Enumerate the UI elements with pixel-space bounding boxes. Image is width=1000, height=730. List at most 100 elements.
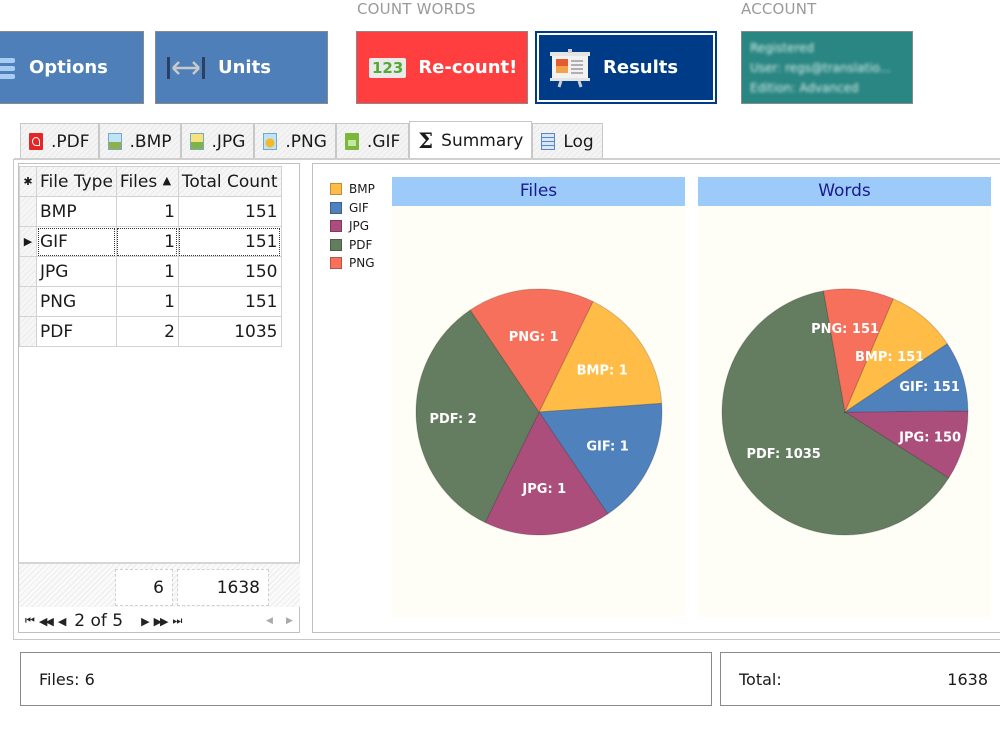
recount-button[interactable]: 123 Re-count! [356,31,528,104]
tab-png[interactable]: .PNG [254,123,336,159]
first-page-icon[interactable]: ⏮ [25,614,35,628]
files-pie-chart: BMP: 1 GIF: 1 JPG: 1 PDF: 2 PNG: 1 [415,288,663,536]
presentation-board-icon [550,48,590,87]
status-total: Total: 1638 [720,652,1000,706]
gif-image-icon [344,133,359,150]
tab-summary[interactable]: Σ Summary [409,121,533,159]
cell-file-type[interactable]: BMP [36,196,117,227]
pie-label-png: PNG: 151 [811,322,879,337]
account-info-button[interactable]: Registered User: regs@translatio... Edit… [741,31,913,104]
row-indicator[interactable] [19,196,37,227]
tab-bmp[interactable]: .BMP [98,123,181,159]
table-row-selected[interactable]: ▶ GIF 1 151 [19,226,282,257]
tab-label: .GIF [366,131,401,152]
tab-label: .PDF [51,131,90,152]
options-icon [0,57,15,79]
table-row[interactable]: BMP 1 151 [19,196,282,227]
sigma-icon: Σ [418,128,434,153]
files-chart-pane: Files BMP: 1 GIF: 1 JPG: 1 PDF: 2 PNG: 1 [392,177,685,617]
column-header-file-type[interactable]: File Type [36,166,117,197]
pie-label-jpg: JPG: 150 [898,430,961,445]
legend-label: GIF [349,200,369,215]
table-header-row: ✱ File Type Files ▲ Total Count [19,166,282,197]
cell-files[interactable]: 2 [115,316,179,347]
legend-item-gif: GIF [330,199,375,218]
current-row-icon[interactable]: ▶ [19,226,37,257]
cell-total-count[interactable]: 151 [177,196,282,227]
status-files: Files: 6 [20,652,712,706]
counter-123-icon: 123 [369,57,407,78]
tab-label: Log [563,131,594,152]
tab-label: .PNG [285,131,327,152]
group-label-count-words: COUNT WORDS [357,0,476,18]
summary-panel-shadow [16,637,1000,640]
pie-label-bmp: BMP: 151 [855,350,924,365]
tab-label: .JPG [211,131,246,152]
account-user: User: regs@translatio... [750,60,892,75]
cell-file-type[interactable]: PDF [36,316,117,347]
pie-label-bmp: BMP: 1 [577,363,628,378]
cell-files[interactable]: 1 [115,196,179,227]
tab-log[interactable]: Log [532,123,603,159]
cell-file-type[interactable]: PNG [36,286,117,317]
cell-total-count[interactable]: 150 [177,256,282,287]
pie-label-gif: GIF: 1 [586,439,628,454]
scroll-left-icon[interactable]: ◀ [266,616,273,626]
tab-jpg[interactable]: .JPG [180,123,255,159]
results-button[interactable]: Results [535,31,717,104]
row-indicator[interactable] [19,286,37,317]
units-button[interactable]: Units [155,31,328,104]
sort-ascending-icon: ▲ [162,173,172,187]
grid-summary-footer: 6 1638 [19,562,300,607]
status-files-text: Files: 6 [39,669,95,689]
words-chart-pane: Words JPG: 150 PDF: 1035 PNG: 151 BMP: 151 G… [698,177,991,617]
file-type-tabs: .PDF .BMP .JPG .PNG .GIF Σ Summary Log [20,121,603,159]
column-header-files-label: Files [119,171,158,192]
table-row[interactable]: PNG 1 151 [19,286,282,317]
table-row[interactable]: JPG 1 150 [19,256,282,287]
legend-item-jpg: JPG [330,217,375,236]
cell-files[interactable]: 1 [115,286,179,317]
words-pie-chart: JPG: 150 PDF: 1035 PNG: 151 BMP: 151 GIF: 15… [721,288,969,536]
summary-table: ✱ File Type Files ▲ Total Count BMP 1 15… [19,166,282,347]
tab-gif[interactable]: .GIF [335,123,410,159]
results-label: Results [603,57,679,78]
cell-total-count[interactable]: 1035 [177,316,282,347]
cell-total-count[interactable]: 151 [177,286,282,317]
group-label-account: ACCOUNT [741,0,817,18]
pager-position: 2 of 5 [74,611,124,631]
row-indicator[interactable] [19,256,37,287]
footer-count-total: 1638 [177,569,269,606]
cell-total-count[interactable]: 151 [177,226,282,257]
cell-file-type[interactable]: JPG [36,256,117,287]
column-header-files[interactable]: Files ▲ [115,166,179,197]
options-button[interactable]: Options [0,31,144,104]
jpg-image-icon [189,133,204,150]
legend-label: PDF [349,237,373,252]
table-row[interactable]: PDF 2 1035 [19,316,282,347]
legend-label: BMP [349,182,375,197]
next-page-set-icon[interactable]: ▶▶ [154,615,169,628]
units-label: Units [218,57,271,78]
legend-swatch [330,257,342,270]
row-indicator[interactable] [19,316,37,347]
column-header-total-count[interactable]: Total Count [177,166,282,197]
tab-pdf[interactable]: .PDF [20,123,99,159]
pie-label-pdf: PDF: 1035 [746,447,820,462]
next-page-icon[interactable]: ▶ [141,615,150,628]
legend-swatch [330,201,342,214]
last-page-icon[interactable]: ⏭ [173,614,183,628]
bmp-image-icon [107,133,122,150]
cell-file-type[interactable]: GIF [36,226,117,257]
previous-page-set-icon[interactable]: ◀◀ [39,615,54,628]
status-total-value: 1638 [947,669,988,689]
tab-label: Summary [441,130,524,151]
cell-files[interactable]: 1 [115,256,179,287]
options-label: Options [29,57,108,78]
tab-label: .BMP [129,131,172,152]
previous-page-icon[interactable]: ◀ [58,615,67,628]
cell-files[interactable]: 1 [115,226,179,257]
pdf-file-icon [29,133,43,150]
scroll-right-icon[interactable]: ▶ [286,616,293,626]
summary-grid: ✱ File Type Files ▲ Total Count BMP 1 15… [18,163,300,633]
